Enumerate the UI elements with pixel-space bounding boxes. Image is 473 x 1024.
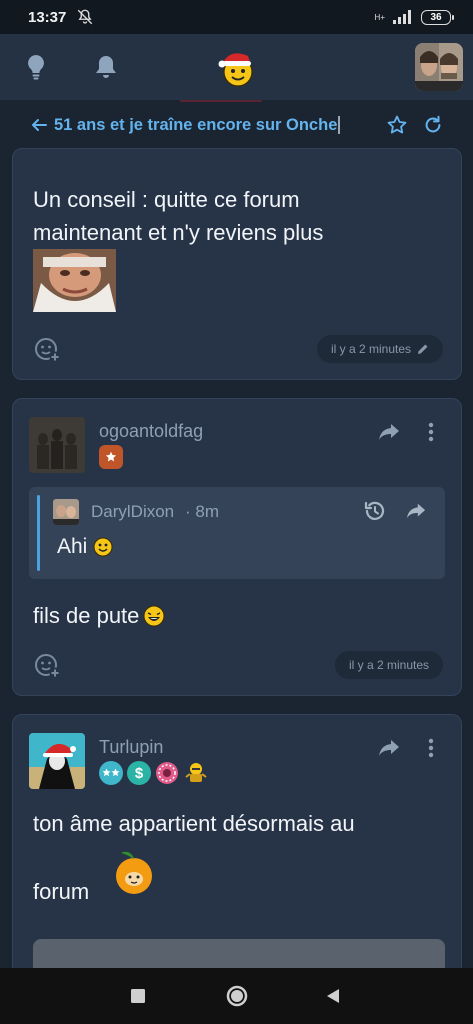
more-options-icon[interactable] (421, 421, 441, 443)
text-cursor (338, 116, 341, 135)
character-badge-icon (185, 763, 207, 782)
home-icon[interactable] (226, 985, 248, 1007)
battery-indicator: 36 (421, 9, 454, 25)
more-options-icon[interactable] (421, 737, 441, 759)
battery-level: 36 (430, 11, 442, 23)
quote-bar (37, 495, 40, 571)
network-type: H+ (374, 12, 385, 22)
post-card: Turlupin $ ton âme appartient désormais … (12, 714, 462, 994)
jump-to-post-icon[interactable] (405, 501, 427, 521)
post-text-line: forum (33, 879, 90, 904)
santa-smiley-logo[interactable] (216, 48, 258, 88)
quote-author-avatar (53, 499, 79, 525)
system-nav-bar (0, 968, 473, 1024)
post-body: fils de pute (33, 599, 165, 632)
topic-title[interactable]: 51 ans et je traîne encore sur Onche (54, 115, 341, 135)
post-text-line: Un conseil : quitte ce forum (33, 187, 300, 212)
signal-icon (393, 10, 411, 24)
post-card: Un conseil : quitte ce forum maintenant … (12, 148, 462, 380)
app-header (0, 34, 473, 100)
post-text-line: fils de pute (33, 603, 140, 628)
laughing-emoji-icon (143, 605, 165, 626)
post-text-line: maintenant et n'y reviens plus (33, 220, 324, 245)
author-avatar[interactable] (29, 733, 85, 789)
status-bar: 13:37 H+ 36 (0, 0, 473, 34)
status-time: 13:37 (28, 8, 67, 26)
orange-cat-emoji (116, 851, 152, 894)
star-icon[interactable] (386, 114, 408, 136)
post-text-line: ton âme appartient désormais au (33, 811, 355, 836)
dollar-icon: $ (134, 764, 144, 782)
back-nav-icon[interactable] (326, 988, 340, 1004)
topic-bar: 51 ans et je traîne encore sur Onche (0, 104, 473, 146)
quote-text: Ahi (57, 535, 113, 559)
post-body: Un conseil : quitte ce forum maintenant … (33, 183, 443, 249)
recent-apps-icon[interactable] (131, 989, 145, 1003)
share-icon[interactable] (377, 737, 401, 759)
author-username[interactable]: Turlupin (99, 737, 163, 758)
quote-author[interactable]: DarylDixon (91, 502, 174, 522)
lightbulb-icon (28, 55, 44, 80)
star-badge-icon (105, 451, 117, 462)
topic-title-text: 51 ans et je traîne encore sur Onche (54, 115, 338, 134)
post-image[interactable] (33, 249, 116, 312)
post-timestamp-text: il y a 2 minutes (331, 342, 412, 356)
post-timestamp-text: il y a 2 minutes (349, 658, 430, 672)
post-timestamp[interactable]: il y a 2 minutes (317, 335, 444, 363)
share-icon[interactable] (377, 421, 401, 443)
notifications-button[interactable] (92, 53, 120, 81)
bell-icon (96, 56, 116, 78)
history-icon[interactable] (363, 499, 387, 523)
rank-badge (99, 445, 123, 469)
quoted-post[interactable]: DarylDixon · 8m Ahi (29, 487, 445, 579)
add-reaction-icon[interactable] (33, 651, 61, 679)
author-username[interactable]: ogoantoldfag (99, 421, 203, 442)
tab-indicator (180, 100, 262, 102)
lightbulb-button[interactable] (22, 53, 50, 81)
bell-off-icon (78, 9, 93, 25)
two-stars-icon (102, 768, 120, 777)
rank-badge (99, 761, 123, 785)
author-avatar[interactable] (29, 417, 85, 473)
premium-badge: $ (127, 761, 151, 785)
add-reaction-icon[interactable] (33, 335, 61, 363)
post-body: ton âme appartient désormais au (33, 807, 453, 840)
post-card: ogoantoldfag DarylDixon · 8m Ahi fils de… (12, 398, 462, 696)
refresh-icon[interactable] (422, 114, 444, 136)
flower-badge-icon (156, 762, 178, 784)
back-arrow-icon[interactable] (30, 116, 48, 134)
edit-pencil-icon (418, 344, 428, 354)
quote-text-content: Ahi (57, 535, 88, 558)
user-avatar[interactable] (415, 43, 463, 91)
avatar-image (415, 43, 463, 91)
quote-age: · 8m (185, 502, 219, 521)
smiley-emoji-icon (93, 537, 113, 557)
post-timestamp[interactable]: il y a 2 minutes (335, 651, 444, 679)
